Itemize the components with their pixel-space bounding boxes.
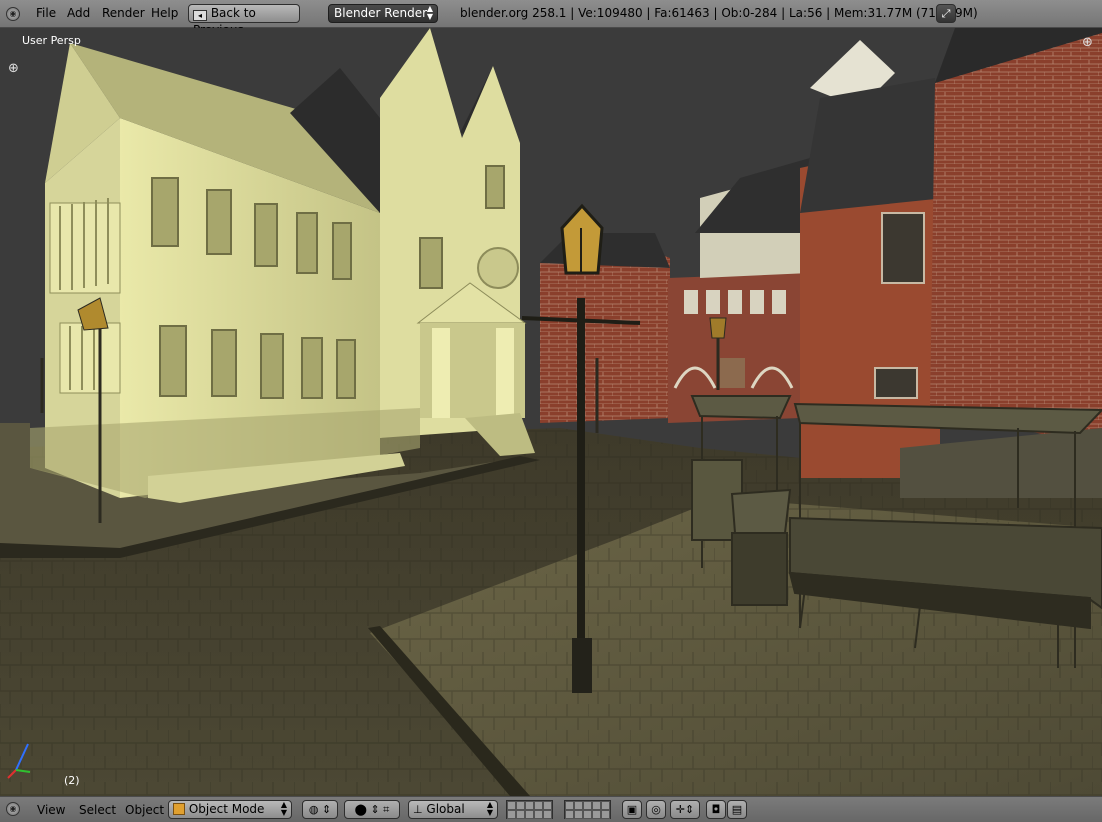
3d-view-header: ◉ View Select Object Object Mode ▲ ▼ ◍ ⇕ … bbox=[0, 796, 1102, 822]
manipulator-icon[interactable]: ✛⇕ bbox=[670, 800, 700, 819]
region-toggle-icon[interactable]: ⊕ bbox=[1082, 36, 1093, 49]
menu-render[interactable]: Render bbox=[102, 6, 145, 20]
pivot-icon[interactable]: ⬤ ⇕ ⌗ bbox=[344, 800, 400, 819]
shading-icon[interactable]: ◍ ⇕ bbox=[302, 800, 338, 819]
mode-label: Object Mode bbox=[188, 802, 265, 816]
info-header: ◉ File Add Render Help ◂ Back to Previou… bbox=[0, 0, 1102, 37]
back-icon: ◂ bbox=[193, 10, 207, 21]
back-to-previous-button[interactable]: ◂ Back to Previous bbox=[188, 4, 300, 37]
layer-buttons-b[interactable] bbox=[564, 800, 611, 819]
view-name-label: User Persp bbox=[22, 34, 81, 47]
clapper-icon[interactable]: ▤ bbox=[727, 800, 747, 819]
chevron-updown-icon: ▲ ▼ bbox=[280, 800, 287, 817]
3d-viewport[interactable]: User Persp ⊕ ⊕ (2) bbox=[0, 28, 1102, 796]
orientation-select[interactable]: ⊥ Global ▲ ▼ bbox=[408, 800, 498, 819]
region-toggle-icon[interactable]: ⊕ bbox=[8, 62, 19, 75]
menu-add[interactable]: Add bbox=[67, 6, 90, 20]
render-engine-select[interactable]: Blender Render ▲ ▼ bbox=[328, 4, 438, 23]
menu-select[interactable]: Select bbox=[79, 803, 116, 817]
orientation-label: Global bbox=[426, 802, 465, 816]
menu-object[interactable]: Object bbox=[125, 803, 164, 817]
menu-view[interactable]: View bbox=[37, 803, 65, 817]
axis-gizmo-icon bbox=[7, 743, 31, 779]
orientation-icon: ⊥ bbox=[413, 803, 423, 816]
editor-type-icon[interactable]: ◉ bbox=[6, 7, 20, 21]
proportional-edit-icon[interactable]: ▣ bbox=[622, 800, 642, 819]
render-camera-icon[interactable]: ◘ bbox=[706, 800, 726, 819]
menu-help[interactable]: Help bbox=[151, 6, 178, 20]
maximize-icon[interactable]: ⤢ bbox=[936, 4, 956, 23]
object-mode-icon bbox=[173, 803, 185, 815]
menu-file[interactable]: File bbox=[36, 6, 56, 20]
mode-select[interactable]: Object Mode ▲ ▼ bbox=[168, 800, 292, 819]
chevron-updown-icon: ▲ ▼ bbox=[426, 4, 433, 21]
layer-buttons-a[interactable] bbox=[506, 800, 553, 819]
editor-type-icon[interactable]: ◉ bbox=[6, 802, 20, 816]
snap-icon[interactable]: ◎ bbox=[646, 800, 666, 819]
chevron-updown-icon: ▲ ▼ bbox=[486, 800, 493, 817]
scene-render bbox=[0, 28, 1102, 796]
scene-stats: blender.org 258.1 | Ve:109480 | Fa:61463… bbox=[460, 6, 978, 20]
frame-number: (2) bbox=[64, 774, 80, 787]
render-engine-label: Blender Render bbox=[334, 6, 428, 20]
